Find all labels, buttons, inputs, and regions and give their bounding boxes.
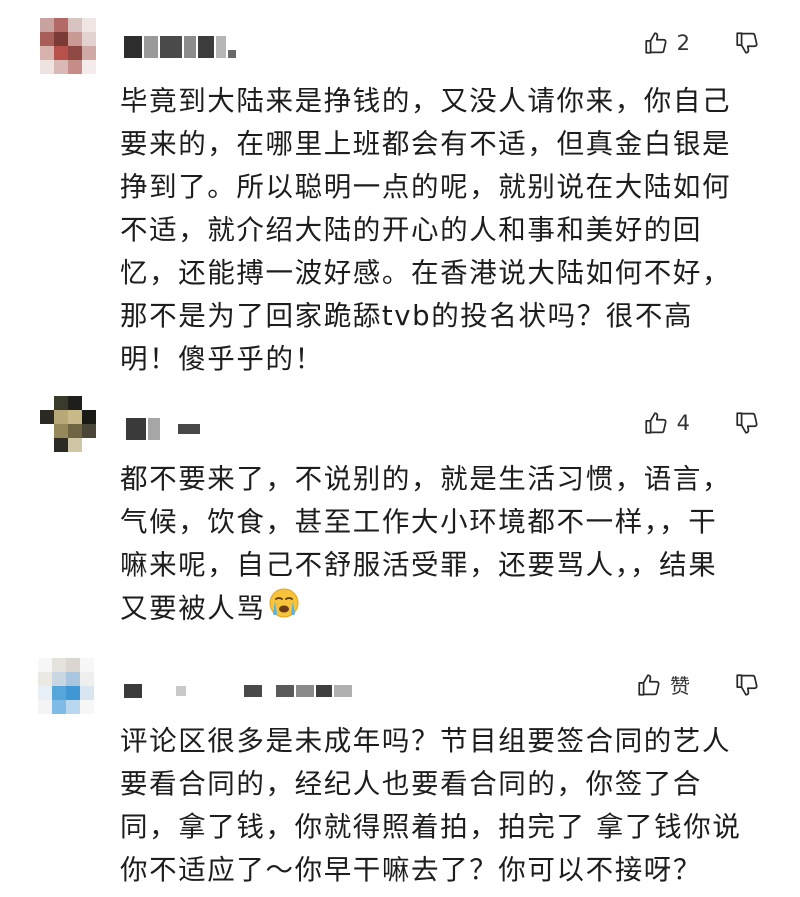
- avatar[interactable]: [40, 396, 96, 452]
- comment-text: 评论区很多是未成年吗？节目组要签合同的艺人 要看合同的，经纪人也要看合同的，你签…: [120, 720, 770, 892]
- comment-line: 同，拿了钱，你就得照着拍，拍完了 拿了钱你说: [120, 811, 742, 843]
- like-count: 2: [676, 31, 690, 55]
- comment-actions: 2: [643, 30, 760, 56]
- comment-line: 忆，还能搏一波好感。在香港说大陆如何不好，: [120, 257, 732, 289]
- thumbs-down-icon: [734, 672, 760, 698]
- comment-line: 气候，饮食，甚至工作大小环境都不一样，，干: [120, 506, 718, 538]
- thumbs-up-icon: [636, 672, 662, 698]
- comment-line: 要看合同的，经纪人也要看合同的，你签了合: [120, 768, 702, 800]
- thumbs-down-icon: [734, 410, 760, 436]
- comment-line: 毕竟到大陆来是挣钱的，又没人请你来，你自己: [120, 85, 732, 117]
- thumbs-down-icon: [734, 30, 760, 56]
- comment-line: 你不适应了～你早干嘛去了？你可以不接呀？: [120, 854, 702, 886]
- username-blurred[interactable]: [126, 418, 200, 440]
- comment-text: 都不要来了，不说别的，就是生活习惯，语言， 气候，饮食，甚至工作大小环境都不一样…: [120, 458, 770, 632]
- username-blurred[interactable]: [124, 680, 352, 702]
- comment-line-text: 又要被人骂: [120, 592, 266, 625]
- comment-line: 评论区很多是未成年吗？节目组要签合同的艺人: [120, 725, 732, 757]
- like-button[interactable]: 4: [643, 410, 690, 436]
- comment-line: 不适，就介绍大陆的开心的人和事和美好的回: [120, 214, 702, 246]
- thumbs-up-icon: [643, 30, 669, 56]
- avatar[interactable]: [38, 658, 94, 714]
- dislike-button[interactable]: [734, 30, 760, 56]
- like-button[interactable]: 2: [643, 30, 690, 56]
- thumbs-up-icon: [643, 410, 669, 436]
- dislike-button[interactable]: [734, 672, 760, 698]
- like-button[interactable]: 赞: [636, 670, 690, 699]
- comment-line: 那不是为了回家跪舔tvb的投名状吗？很不高: [120, 300, 694, 332]
- comment-actions: 4: [643, 410, 760, 436]
- comment-line: 明！傻乎乎的！: [120, 343, 324, 375]
- crying-face-icon: [268, 587, 300, 632]
- like-count: 4: [676, 411, 690, 435]
- comment-line: 又要被人骂: [120, 587, 770, 632]
- username-blurred[interactable]: [124, 36, 236, 58]
- avatar[interactable]: [40, 18, 96, 74]
- comment-text: 毕竟到大陆来是挣钱的，又没人请你来，你自己 要来的，在哪里上班都会有不适，但真金…: [120, 80, 770, 381]
- comment-line: 嘛来呢，自己不舒服活受罪，还要骂人，，结果: [120, 549, 718, 581]
- comment-line: 都不要来了，不说别的，就是生活习惯，语言，: [120, 463, 732, 495]
- like-count: 赞: [670, 674, 690, 698]
- comment-actions: 赞: [636, 670, 760, 699]
- dislike-button[interactable]: [734, 410, 760, 436]
- comment-line: 挣到了。所以聪明一点的呢，就别说在大陆如何: [120, 171, 732, 203]
- comment-line: 要来的，在哪里上班都会有不适，但真金白银是: [120, 128, 732, 160]
